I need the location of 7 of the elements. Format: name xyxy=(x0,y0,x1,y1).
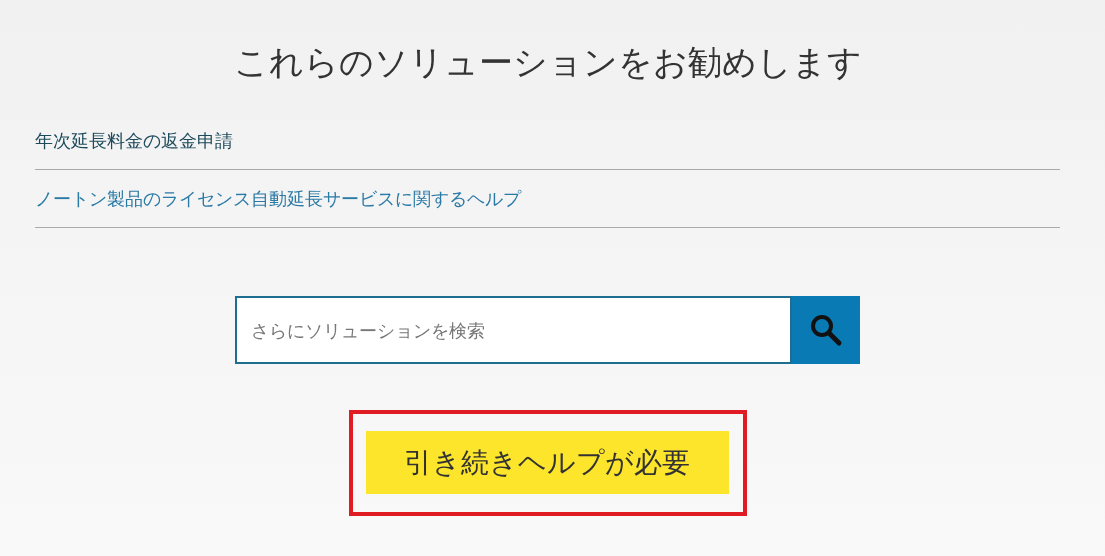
help-button[interactable]: 引き続きヘルプが必要 xyxy=(365,431,729,494)
search-icon xyxy=(809,313,843,347)
search-button[interactable] xyxy=(792,296,860,364)
page-heading: これらのソリューションをお勧めします xyxy=(232,41,863,84)
solution-link[interactable]: ノートン製品のライセンス自動延長サービスに関するヘルプ xyxy=(35,170,1060,228)
search-field[interactable]: さらにソリューションを検索 xyxy=(235,296,792,364)
solution-link[interactable]: 年次延長料金の返金申請 xyxy=(35,129,1060,170)
